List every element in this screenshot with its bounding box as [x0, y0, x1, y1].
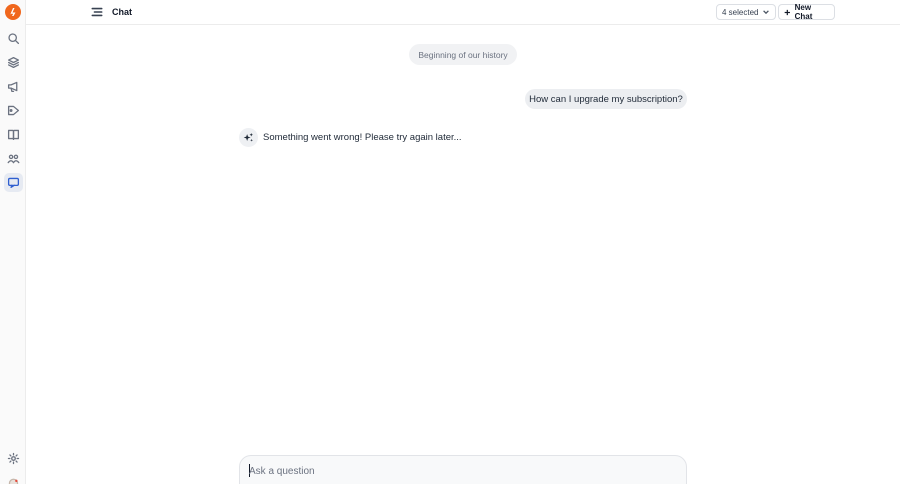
sidebar-item-knowledge-base[interactable]: [4, 125, 23, 144]
sidebar-item-teams[interactable]: [4, 149, 23, 168]
plus-icon: [784, 9, 790, 15]
gear-icon: [7, 452, 20, 465]
sidebar-item-layers[interactable]: [4, 53, 23, 72]
new-chat-button[interactable]: New Chat: [778, 3, 835, 21]
menu-lines-icon: [91, 7, 103, 17]
users-icon: [7, 154, 20, 164]
message-composer: [239, 455, 687, 484]
sidebar-item-search[interactable]: [4, 29, 23, 48]
selection-label: 4 selected: [722, 7, 759, 17]
user-avatar-icon: [8, 478, 19, 484]
assistant-message-text: Something went wrong! Please try again l…: [263, 131, 462, 143]
new-chat-label: New Chat: [794, 3, 813, 21]
search-icon: [8, 33, 20, 45]
sparkles-icon: [243, 132, 253, 142]
sidebar: [0, 0, 26, 484]
book-icon: [7, 129, 20, 141]
question-input[interactable]: [249, 463, 669, 479]
sidebar-item-profile[interactable]: [4, 473, 23, 484]
layers-icon: [7, 56, 20, 69]
page-title: Chat: [112, 7, 132, 17]
top-bar: Chat 4 selected New Chat: [26, 0, 900, 25]
tag-icon: [7, 105, 20, 116]
user-message-bubble: How can I upgrade my subscription?: [525, 89, 687, 109]
app-logo-icon[interactable]: [5, 4, 21, 20]
history-start-badge: Beginning of our history: [409, 44, 517, 65]
selection-dropdown[interactable]: 4 selected: [716, 4, 776, 20]
chevron-down-icon: [763, 10, 769, 15]
sidebar-item-tags[interactable]: [4, 101, 23, 120]
assistant-avatar: [239, 127, 258, 147]
megaphone-icon: [7, 81, 18, 93]
menu-toggle-button[interactable]: [90, 5, 104, 19]
sidebar-item-campaigns[interactable]: [4, 77, 23, 96]
sidebar-item-settings[interactable]: [4, 449, 23, 468]
assistant-message: Something went wrong! Please try again l…: [239, 127, 462, 147]
sidebar-item-chat[interactable]: [4, 173, 23, 192]
chat-monitor-icon: [7, 177, 20, 189]
